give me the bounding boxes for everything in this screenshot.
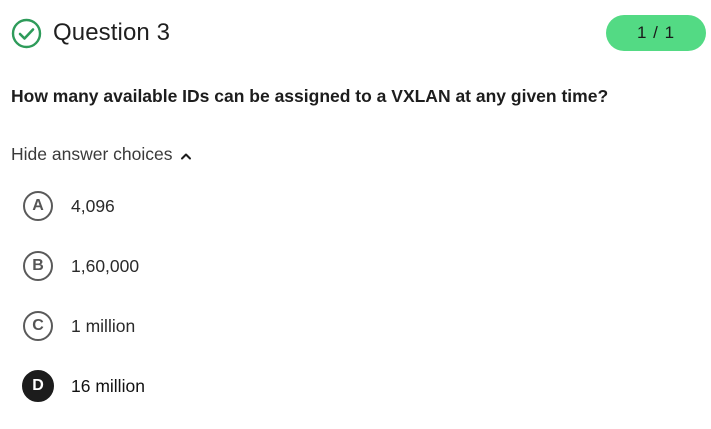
question-header: Question 3 1 / 1 — [11, 15, 706, 51]
question-prompt: How many available IDs can be assigned t… — [11, 86, 609, 106]
hide-answer-choices-toggle[interactable]: Hide answer choices — [11, 143, 192, 165]
choice-letter-badge: C — [23, 311, 53, 341]
choice-text: 16 million — [71, 375, 145, 396]
choice-text: 1,60,000 — [71, 255, 140, 276]
answer-choice-b[interactable]: B 1,60,000 — [23, 249, 145, 283]
choice-letter-badge: A — [23, 191, 53, 221]
question-title: Question 3 — [53, 19, 171, 46]
answer-choices-list: A 4,096 B 1,60,000 C 1 million D 16 mill… — [22, 189, 145, 429]
score-badge: 1 / 1 — [606, 15, 706, 51]
answer-choice-a[interactable]: A 4,096 — [23, 189, 145, 223]
chevron-up-icon — [180, 150, 192, 162]
check-circle-icon — [11, 18, 42, 49]
choice-letter-badge: D — [22, 370, 54, 402]
answer-choice-c[interactable]: C 1 million — [23, 309, 145, 343]
answer-choice-d[interactable]: D 16 million — [22, 369, 145, 403]
choice-text: 1 million — [71, 315, 136, 336]
toggle-label: Hide answer choices — [11, 143, 173, 164]
choice-text: 4,096 — [71, 195, 115, 216]
choice-letter-badge: B — [23, 251, 53, 281]
